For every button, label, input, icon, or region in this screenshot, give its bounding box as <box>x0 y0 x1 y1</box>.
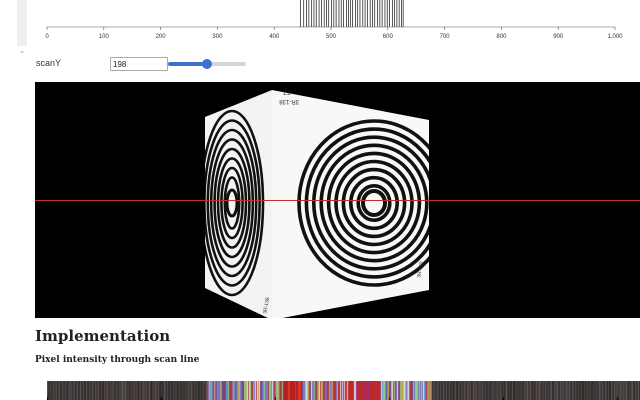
strip-tick-label: 400 <box>269 34 280 40</box>
implementation-heading: Implementation <box>35 327 171 345</box>
barcode-strip-plot: 0 100 200 300 400 500 600 700 800 900 1,000 <box>45 0 623 40</box>
slider-fill <box>168 62 207 66</box>
strip-tick-label: 600 <box>383 34 394 40</box>
strip-tick-label: 100 <box>99 34 110 40</box>
scan-y-label: scanY <box>36 58 62 68</box>
strip-tick-label: 800 <box>496 34 507 40</box>
strip-tick-label: 1,000 <box>607 34 623 40</box>
scan-line <box>35 200 640 201</box>
strip-tick-label: 0 <box>45 34 49 40</box>
scan-y-control: scanY <box>36 56 266 72</box>
collapse-chevron-icon[interactable]: ⌄ <box>17 46 27 55</box>
strip-tick-label: 300 <box>212 34 223 40</box>
scan-y-slider[interactable] <box>168 59 246 69</box>
slider-thumb[interactable] <box>201 59 212 69</box>
strip-tick-label: 900 <box>553 34 564 40</box>
strip-tick-label: 200 <box>156 34 167 40</box>
cube-label-top: 77 <box>283 88 291 95</box>
intensity-color-strip <box>47 381 640 400</box>
cube-label-top-sub: 3R-138 <box>279 98 299 104</box>
strip-tick-label: 500 <box>326 34 337 40</box>
image-canvas: 77 3R-138 3R-138 3R-138 <box>35 82 640 318</box>
strip-tick-label: 700 <box>440 34 451 40</box>
intensity-subheading: Pixel intensity through scan line <box>35 355 200 365</box>
scan-y-input[interactable] <box>110 57 168 71</box>
